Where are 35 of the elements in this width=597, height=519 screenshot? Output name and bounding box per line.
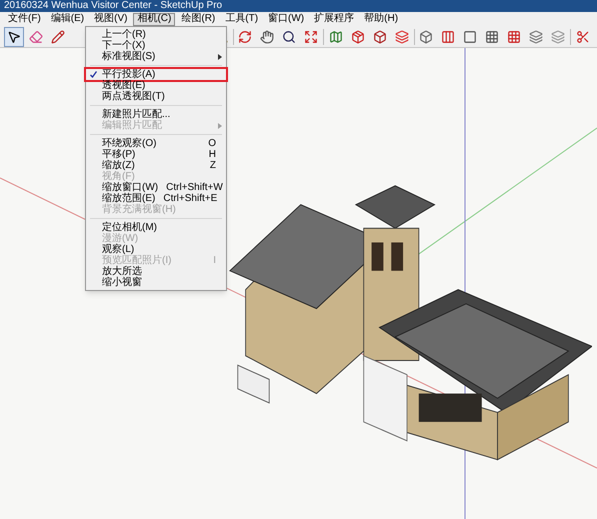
shortcut-label: Ctrl+Shift+E — [163, 194, 218, 204]
menu-item[interactable]: 编辑(E) — [46, 12, 88, 26]
menu-option[interactable]: 缩放窗口(W) Ctrl+Shift+W — [86, 182, 226, 193]
shortcut-label: I — [213, 256, 216, 266]
menu-option[interactable]: 下一个(X) — [86, 40, 226, 51]
shortcut-label: Z — [210, 160, 216, 170]
menu-item[interactable]: 帮助(H) — [360, 12, 402, 26]
menu-option[interactable]: 环绕观察(O) O — [86, 138, 226, 149]
menu-item[interactable]: 文件(F) — [4, 12, 45, 26]
menu-item[interactable]: 视图(V) — [90, 12, 132, 26]
menu-item[interactable]: 扩展程序 — [310, 12, 358, 26]
menu-option[interactable]: 标准视图(S) — [86, 51, 226, 62]
shortcut-label: H — [208, 150, 216, 160]
menu-item[interactable]: 相机(C) — [133, 12, 176, 26]
menu-item[interactable]: 绘图(R) — [177, 12, 220, 26]
shortcut-label: Ctrl+Shift+W — [166, 182, 223, 192]
menu-option[interactable]: 放大所选 — [86, 266, 226, 277]
submenu-arrow-icon — [218, 54, 222, 60]
window-title: 20160324 Wenhua Visitor Center - SketchUp Pro — [4, 1, 222, 11]
menu-option[interactable]: 观察(L) — [86, 244, 226, 255]
menu-option[interactable]: 平行投影(A) — [86, 69, 226, 80]
menu-option[interactable]: 平移(P) H — [86, 149, 226, 160]
menu-item[interactable]: 窗口(W) — [264, 12, 308, 26]
menu-option[interactable]: 缩放范围(E) Ctrl+Shift+E — [86, 193, 226, 204]
menu-option[interactable]: 定位相机(M) — [86, 222, 226, 233]
submenu-arrow-icon — [218, 123, 222, 129]
menu-option[interactable]: 透视图(E) — [86, 80, 226, 91]
menu-option[interactable]: 缩小视窗 — [86, 277, 226, 288]
menu-option[interactable]: 新建照片匹配... — [86, 109, 226, 120]
menu-option[interactable]: 两点透视图(T) — [86, 91, 226, 102]
select-tool-icon[interactable] — [4, 26, 24, 46]
menu-option[interactable]: 上一个(R) — [86, 29, 226, 40]
menu-item[interactable]: 工具(T) — [221, 12, 262, 26]
shortcut-label: O — [208, 138, 216, 148]
menu-option[interactable]: 缩放(Z) Z — [86, 160, 226, 171]
